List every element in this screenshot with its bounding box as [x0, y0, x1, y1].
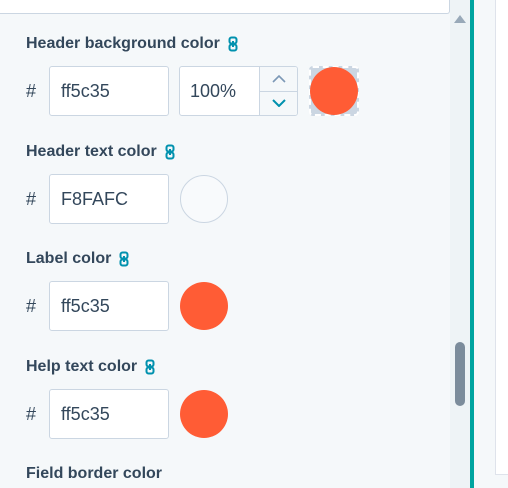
label-color-hex-input[interactable]: ff5c35 — [49, 281, 169, 331]
settings-panel: Header background color # ff5c35 100% He… — [0, 0, 450, 488]
header-background-color-swatch[interactable] — [310, 67, 358, 115]
link-icon[interactable] — [145, 359, 155, 375]
opacity-value[interactable]: 100% — [180, 67, 259, 115]
header-background-color-setting: Header background color # ff5c35 100% — [26, 34, 359, 116]
header-background-opacity-input[interactable]: 100% — [179, 66, 298, 116]
link-icon[interactable] — [165, 144, 175, 160]
label-color-swatch[interactable] — [180, 282, 228, 330]
label-color-setting: Label color # ff5c35 — [26, 249, 228, 331]
header-text-color-setting: Header text color # F8FAFC — [26, 142, 228, 224]
header-background-color-label: Header background color — [26, 35, 220, 52]
link-icon[interactable] — [228, 36, 238, 52]
hash-symbol: # — [26, 188, 37, 209]
preview-card-edge — [495, 0, 508, 475]
header-background-swatch-focus[interactable] — [309, 66, 359, 116]
help-text-color-swatch[interactable] — [180, 390, 228, 438]
page: Header background color # ff5c35 100% He… — [0, 0, 508, 488]
opacity-increment-button[interactable] — [260, 67, 297, 91]
help-text-color-setting: Help text color # ff5c35 — [26, 357, 228, 439]
link-icon[interactable] — [119, 251, 129, 267]
hash-symbol: # — [26, 80, 37, 101]
scrollbar-thumb[interactable] — [455, 342, 465, 406]
help-text-color-label: Help text color — [26, 358, 138, 375]
header-background-hex-input[interactable]: ff5c35 — [49, 66, 169, 116]
field-border-color-label: Field border color — [26, 465, 163, 482]
header-text-color-label: Header text color — [26, 143, 157, 160]
scrollbar[interactable] — [450, 0, 470, 488]
previous-field-edge[interactable] — [0, 0, 450, 14]
label-color-label: Label color — [26, 250, 112, 267]
chevron-up-icon — [271, 74, 286, 83]
opacity-stepper[interactable] — [259, 67, 297, 115]
triangle-up-icon[interactable] — [454, 15, 466, 23]
opacity-decrement-button[interactable] — [260, 90, 297, 116]
header-text-hex-input[interactable]: F8FAFC — [49, 174, 169, 224]
header-text-color-swatch[interactable] — [180, 175, 228, 223]
hash-symbol: # — [26, 403, 37, 424]
chevron-down-icon — [271, 99, 286, 108]
field-border-color-setting: Field border color — [26, 464, 162, 484]
help-text-hex-input[interactable]: ff5c35 — [49, 389, 169, 439]
hash-symbol: # — [26, 295, 37, 316]
